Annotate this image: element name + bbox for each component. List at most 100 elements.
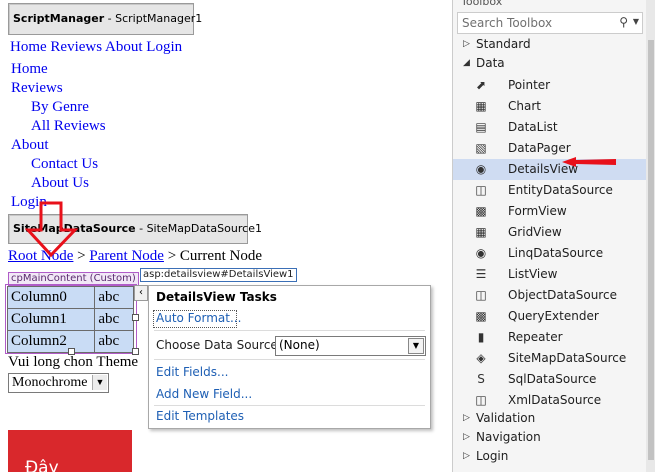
- breadcrumb-current: Current Node: [179, 248, 262, 264]
- add-new-field-link[interactable]: Add New Field...: [156, 387, 252, 401]
- script-manager-id: ScriptManager1: [115, 12, 203, 25]
- toolbox-item-label: ObjectDataSource: [508, 288, 617, 302]
- field-value: abc: [94, 308, 134, 331]
- toolbox-item-label: XmlDataSource: [508, 393, 602, 407]
- choose-datasource-label: Choose Data Source:: [156, 338, 282, 352]
- toolbox-item-label: LinqDataSource: [508, 246, 604, 260]
- toolbox-item-datalist[interactable]: ▤ DataList: [453, 117, 649, 138]
- vmenu-item[interactable]: About Us: [11, 174, 151, 193]
- sitemap-ds-id: SiteMapDataSource1: [146, 222, 262, 235]
- tasks-divider: [154, 405, 425, 406]
- datapager-icon: ▧: [475, 141, 487, 155]
- hmenu-item-reviews[interactable]: Reviews: [50, 39, 102, 55]
- formview-icon: ▩: [475, 204, 487, 218]
- auto-format-link-text[interactable]: Auto Format...: [156, 311, 241, 325]
- vmenu-item[interactable]: By Genre: [11, 98, 151, 117]
- toolbox-category-label: Login: [476, 449, 509, 463]
- triangle-right-icon: ▷: [463, 39, 470, 49]
- toolbox-item-label: SqlDataSource: [508, 372, 597, 386]
- hmenu-item-login[interactable]: Login: [146, 39, 182, 55]
- choose-datasource-value: (None): [279, 338, 320, 352]
- pointer-icon: ⬈: [475, 78, 487, 92]
- toolbox-item-linqdatasource[interactable]: ◉ LinqDataSource: [453, 243, 649, 264]
- table-row: Column1 abc: [6, 308, 134, 331]
- chart-icon: ▦: [475, 99, 487, 113]
- tasks-divider: [154, 330, 425, 331]
- datalist-icon: ▤: [475, 120, 487, 134]
- breadcrumb-sep-2: >: [163, 248, 180, 264]
- field-name: Column0: [6, 286, 96, 309]
- toolbox-item-xmldatasource[interactable]: ◫ XmlDataSource: [453, 390, 649, 411]
- toolbox-item-repeater[interactable]: ▮ Repeater: [453, 327, 649, 348]
- vmenu-item[interactable]: Contact Us: [11, 155, 151, 174]
- toolbox-item-label: QueryExtender: [508, 309, 599, 323]
- hmenu-item-home[interactable]: Home: [10, 39, 47, 55]
- script-manager-control[interactable]: ScriptManager - ScriptManager1: [8, 3, 202, 35]
- smart-tag-toggle[interactable]: ‹: [134, 285, 148, 301]
- toolbox-item-listview[interactable]: ☰ ListView: [453, 264, 649, 285]
- toolbox-category-label: Data: [476, 56, 505, 70]
- theme-select[interactable]: Monochrome ▼: [8, 373, 109, 393]
- toolbox-panel: Toolbox Search Toolbox ⚲ ▼ ▷ Standard ◢ Dat…: [452, 0, 655, 472]
- toolbox-list: ▷ Standard ◢ Data ⬈ Pointer ▦ Chart ▤ DataList ▧ Da…: [453, 0, 649, 472]
- choose-datasource-select[interactable]: (None) ▼: [275, 336, 426, 356]
- theme-select-value: Monochrome: [12, 375, 88, 390]
- toolbox-item-label: Pointer: [508, 78, 551, 92]
- toolbox-item-sitemapdatasource[interactable]: ◈ SiteMapDataSource: [453, 348, 649, 369]
- repeater-icon: ▮: [477, 330, 485, 344]
- gridview-icon: ▦: [475, 225, 487, 239]
- details-view-tasks-panel: DetailsView Tasks Auto Format... Choose …: [148, 285, 431, 429]
- entitydatasource-icon: ◫: [475, 183, 487, 197]
- toolbox-item-chart[interactable]: ▦ Chart: [453, 96, 649, 117]
- xmldatasource-icon: ◫: [475, 393, 487, 407]
- details-view-table[interactable]: Column0 abc Column1 abc Column2 abc: [6, 286, 134, 353]
- red-banner: Đây: [8, 430, 132, 472]
- toolbox-item-entitydatasource[interactable]: ◫ EntityDataSource: [453, 180, 649, 201]
- script-manager-type: ScriptManager: [13, 12, 105, 25]
- chevron-left-icon: ‹: [139, 287, 143, 298]
- scrollbar-thumb[interactable]: [648, 40, 654, 460]
- toolbox-item-label: EntityDataSource: [508, 183, 613, 197]
- linqdatasource-icon: ◉: [475, 246, 487, 260]
- breadcrumb-parent[interactable]: Parent Node: [89, 248, 164, 264]
- horizontal-menu: Home Reviews About Login: [10, 38, 182, 57]
- control-tag: asp:detailsview#DetailsView1: [140, 268, 297, 282]
- toolbox-item-label: GridView: [508, 225, 562, 239]
- theme-label: Vui long chon Theme: [8, 354, 139, 370]
- sitemapdatasource-icon: ◈: [476, 351, 486, 365]
- table-row: Column0 abc: [6, 286, 134, 309]
- detailsview-icon: ◉: [475, 162, 487, 176]
- field-name: Column1: [6, 308, 96, 331]
- edit-templates-link[interactable]: Edit Templates: [156, 409, 244, 423]
- vmenu-item[interactable]: Home: [11, 60, 151, 79]
- vmenu-item[interactable]: About: [11, 136, 151, 155]
- red-down-arrow-annotation: [25, 201, 79, 258]
- sqldatasource-icon: S: [477, 372, 485, 386]
- toolbox-item-pointer[interactable]: ⬈ Pointer: [453, 75, 649, 96]
- toolbox-item-sqldatasource[interactable]: S SqlDataSource: [453, 369, 649, 390]
- toolbox-item-formview[interactable]: ▩ FormView: [453, 201, 649, 222]
- resize-handle[interactable]: [132, 314, 139, 321]
- toolbox-scrollbar[interactable]: [646, 0, 655, 472]
- toolbox-item-objectdatasource[interactable]: ◫ ObjectDataSource: [453, 285, 649, 306]
- toolbox-category-label: Validation: [476, 411, 536, 425]
- queryextender-icon: ▩: [475, 309, 487, 323]
- toolbox-item-label: Chart: [508, 99, 541, 113]
- tasks-title: DetailsView Tasks: [156, 290, 277, 304]
- tasks-divider: [154, 359, 425, 360]
- triangle-right-icon: ▷: [463, 451, 470, 461]
- dropdown-arrow-icon: ▼: [92, 375, 107, 390]
- toolbox-item-label: Repeater: [508, 330, 563, 344]
- edit-fields-link[interactable]: Edit Fields...: [156, 365, 228, 379]
- toolbox-item-label: SiteMapDataSource: [508, 351, 627, 365]
- field-value: abc: [94, 330, 134, 353]
- hmenu-item-about[interactable]: About: [105, 39, 143, 55]
- vmenu-item[interactable]: All Reviews: [11, 117, 151, 136]
- toolbox-item-queryextender[interactable]: ▩ QueryExtender: [453, 306, 649, 327]
- triangle-right-icon: ▷: [463, 432, 470, 442]
- objectdatasource-icon: ◫: [475, 288, 487, 302]
- vmenu-item[interactable]: Reviews: [11, 79, 151, 98]
- toolbox-item-gridview[interactable]: ▦ GridView: [453, 222, 649, 243]
- toolbox-item-label: FormView: [508, 204, 567, 218]
- red-banner-text: Đây: [25, 458, 59, 472]
